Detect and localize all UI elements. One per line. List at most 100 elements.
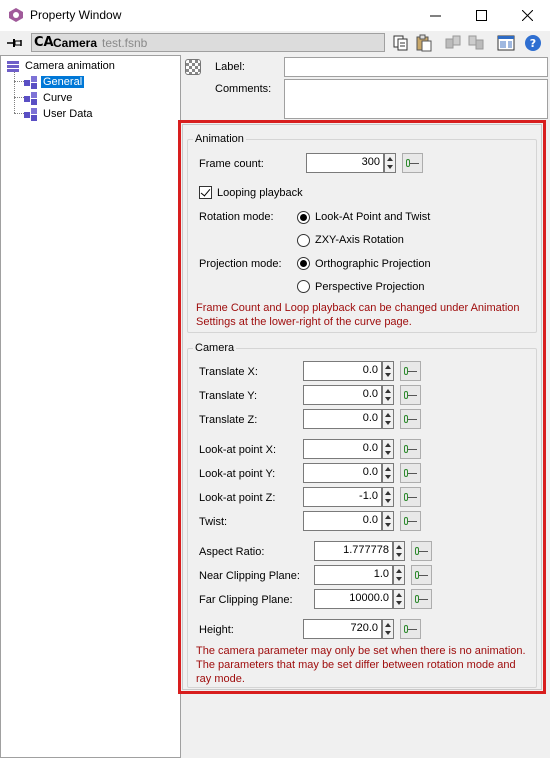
keyframe-icon[interactable] — [400, 487, 421, 507]
color-swatch-icon[interactable] — [185, 59, 201, 75]
keyframe-icon[interactable] — [400, 409, 421, 429]
tree-item-camera-animation[interactable]: Camera animation — [6, 58, 117, 74]
twist-field[interactable]: 0.0 — [303, 511, 382, 531]
camera-note: The camera parameter may only be set whe… — [196, 645, 526, 685]
title-bar: Property Window — [0, 0, 550, 31]
spinner-arrows[interactable] — [382, 409, 394, 429]
spinner-arrows[interactable] — [393, 565, 405, 585]
spinner-arrows[interactable] — [382, 619, 394, 639]
projection-ortho-radio[interactable] — [297, 257, 310, 270]
close-button[interactable] — [504, 0, 550, 31]
height-field[interactable]: 720.0 — [303, 619, 382, 639]
node-icon — [24, 92, 37, 105]
keyframe-icon[interactable] — [400, 385, 421, 405]
lookat-z-spinner[interactable]: -1.0 — [303, 487, 425, 507]
height-label: Height: — [199, 624, 234, 636]
window-layout-icon[interactable] — [497, 34, 515, 52]
translate-z-field[interactable]: 0.0 — [303, 409, 382, 429]
comments-input[interactable] — [284, 79, 548, 119]
projection-perspective-radio[interactable] — [297, 280, 310, 293]
twist-spinner[interactable]: 0.0 — [303, 511, 425, 531]
object-field: CA Camera test.fsnb — [31, 33, 385, 52]
lookat-x-field[interactable]: 0.0 — [303, 439, 382, 459]
tree-panel: Camera animation General Curve User Data — [0, 55, 181, 758]
far-clipping-field[interactable]: 10000.0 — [314, 589, 393, 609]
keyframe-icon[interactable] — [400, 439, 421, 459]
keyframe-icon[interactable] — [400, 361, 421, 381]
keyframe-icon[interactable] — [411, 541, 432, 561]
rotation-lookat-radio[interactable] — [297, 211, 310, 224]
keyframe-icon[interactable] — [400, 463, 421, 483]
height-spinner[interactable]: 720.0 — [303, 619, 425, 639]
far-clipping-spinner[interactable]: 10000.0 — [314, 589, 436, 609]
camera-group-title: Camera — [193, 342, 237, 354]
lookat-y-label: Look-at point Y: — [199, 468, 276, 480]
keyframe-icon[interactable] — [411, 589, 432, 609]
window-title: Property Window — [30, 8, 122, 22]
parameters-panel: Animation Frame count: 300 Looping playb… — [178, 120, 546, 694]
looping-checkbox[interactable] — [199, 186, 212, 199]
copy-icon[interactable] — [392, 34, 410, 52]
translate-y-label: Translate Y: — [199, 390, 258, 402]
frame-count-spinner[interactable]: 300 — [306, 153, 426, 173]
object-file: test.fsnb — [102, 36, 148, 50]
projection-perspective-label: Perspective Projection — [315, 281, 425, 293]
tree-item-label: Camera animation — [25, 60, 115, 72]
near-clipping-spinner[interactable]: 1.0 — [314, 565, 436, 585]
object-name: Camera — [53, 36, 98, 50]
translate-y-spinner[interactable]: 0.0 — [303, 385, 425, 405]
animation-group-title: Animation — [193, 133, 246, 145]
spinner-arrows[interactable] — [382, 385, 394, 405]
lookat-z-label: Look-at point Z: — [199, 492, 276, 504]
aspect-ratio-field[interactable]: 1.777778 — [314, 541, 393, 561]
lookat-x-label: Look-at point X: — [199, 444, 277, 456]
minimize-icon — [429, 15, 441, 17]
keyframe-icon[interactable] — [400, 619, 421, 639]
near-clipping-field[interactable]: 1.0 — [314, 565, 393, 585]
near-clipping-label: Near Clipping Plane: — [199, 570, 300, 582]
lookat-y-field[interactable]: 0.0 — [303, 463, 382, 483]
frame-count-field[interactable]: 300 — [306, 153, 384, 173]
spinner-arrows[interactable] — [382, 439, 394, 459]
tree-item-curve[interactable]: Curve — [24, 90, 74, 106]
aspect-ratio-spinner[interactable]: 1.777778 — [314, 541, 436, 561]
label-input[interactable] — [284, 57, 548, 77]
translate-y-field[interactable]: 0.0 — [303, 385, 382, 405]
translate-z-spinner[interactable]: 0.0 — [303, 409, 425, 429]
paste-parameters-icon[interactable] — [467, 34, 485, 52]
tree-item-label: User Data — [43, 108, 93, 120]
tree-item-general[interactable]: General — [24, 74, 85, 90]
keyframe-icon[interactable] — [411, 565, 432, 585]
spinner-arrows[interactable] — [382, 361, 394, 381]
rotation-mode-label: Rotation mode: — [199, 211, 274, 223]
spinner-arrows[interactable] — [382, 487, 394, 507]
paste-icon[interactable] — [415, 34, 433, 52]
lookat-y-spinner[interactable]: 0.0 — [303, 463, 425, 483]
svg-text:?: ? — [530, 37, 536, 50]
keyframe-icon[interactable] — [400, 511, 421, 531]
node-icon — [24, 76, 37, 89]
spinner-arrows[interactable] — [393, 589, 405, 609]
tree-item-user-data[interactable]: User Data — [24, 106, 95, 122]
spinner-arrows[interactable] — [382, 511, 394, 531]
lookat-z-field[interactable]: -1.0 — [303, 487, 382, 507]
keyframe-icon[interactable] — [402, 153, 423, 173]
rotation-zxy-radio[interactable] — [297, 234, 310, 247]
translate-x-spinner[interactable]: 0.0 — [303, 361, 425, 381]
translate-z-label: Translate Z: — [199, 414, 258, 426]
translate-x-field[interactable]: 0.0 — [303, 361, 382, 381]
lookat-x-spinner[interactable]: 0.0 — [303, 439, 425, 459]
spinner-arrows[interactable] — [393, 541, 405, 561]
help-icon[interactable]: ? — [524, 34, 542, 52]
toolbar: CA Camera test.fsnb ? — [0, 31, 550, 55]
maximize-button[interactable] — [458, 0, 504, 31]
frame-count-arrows[interactable] — [384, 153, 396, 173]
maximize-icon — [475, 10, 487, 21]
copy-parameters-icon[interactable] — [444, 34, 462, 52]
far-clipping-label: Far Clipping Plane: — [199, 594, 293, 606]
spinner-arrows[interactable] — [382, 463, 394, 483]
camera-animation-icon — [7, 61, 19, 72]
pin-icon[interactable] — [6, 36, 24, 50]
minimize-button[interactable] — [412, 0, 458, 31]
tree-item-label: General — [41, 76, 85, 88]
